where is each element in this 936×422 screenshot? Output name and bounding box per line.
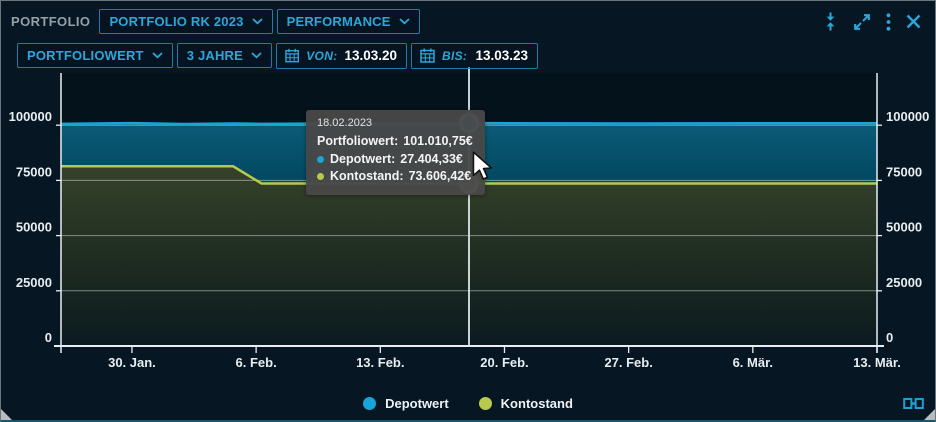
y-axis-label-right: 100000 xyxy=(886,109,929,124)
range-select[interactable]: 3 JAHRE xyxy=(177,43,272,68)
collapse-button[interactable] xyxy=(823,12,838,31)
calendar-icon xyxy=(285,48,299,63)
y-axis-label-left: 50000 xyxy=(16,220,52,235)
legend-item-depotwert[interactable]: Depotwert xyxy=(363,396,449,411)
metric-select[interactable]: PORTFOLIOWERT xyxy=(17,43,173,68)
calendar-icon xyxy=(420,48,435,63)
chevron-down-icon xyxy=(152,52,163,59)
y-axis-label-right: 75000 xyxy=(886,164,922,179)
date-to-value: 13.03.23 xyxy=(475,48,528,63)
kontostand-legend-dot-icon xyxy=(479,397,492,410)
depotwert-legend-dot-icon xyxy=(363,397,376,410)
date-to-label: BIS: xyxy=(442,49,467,63)
chart-tooltip: 18.02.2023 Portfoliowert: 101.010,75€ De… xyxy=(306,110,485,195)
window-controls xyxy=(823,12,935,31)
x-axis-label: 13. Feb. xyxy=(356,355,404,370)
view-select-label: PERFORMANCE xyxy=(287,14,391,29)
x-axis-label: 20. Feb. xyxy=(480,355,528,370)
view-select[interactable]: PERFORMANCE xyxy=(277,9,420,34)
close-icon xyxy=(906,14,921,29)
y-axis-label-left: 75000 xyxy=(16,164,52,179)
link-icon xyxy=(903,397,924,410)
chevron-down-icon xyxy=(251,52,262,59)
expand-button[interactable] xyxy=(853,13,871,31)
metric-select-label: PORTFOLIOWERT xyxy=(27,48,144,63)
date-from-label: VON: xyxy=(306,49,337,63)
tooltip-total-row: Portfoliowert: 101.010,75€ xyxy=(317,133,473,151)
kebab-menu-icon xyxy=(886,13,891,31)
y-axis-label-right: 0 xyxy=(886,330,893,345)
date-from-value: 13.03.20 xyxy=(344,48,397,63)
kontostand-bullet-icon xyxy=(317,173,324,180)
close-button[interactable] xyxy=(906,14,921,29)
resize-grip-bottom-left[interactable] xyxy=(1,409,12,420)
x-axis-label: 27. Feb. xyxy=(604,355,652,370)
x-axis-label: 13. Mär. xyxy=(853,355,901,370)
filter-row: PORTFOLIOWERT 3 JAHRE VON: 13.03.20 xyxy=(1,42,935,69)
collapse-vertical-icon xyxy=(823,12,838,31)
panel-title: PORTFOLIO xyxy=(11,14,90,29)
range-select-label: 3 JAHRE xyxy=(187,48,243,63)
x-axis-label: 6. Feb. xyxy=(236,355,277,370)
legend-item-kontostand[interactable]: Kontostand xyxy=(479,396,573,411)
depotwert-bullet-icon xyxy=(317,156,324,163)
portfolio-widget-panel: 0 0 25000 25000 50000 50000 75000 75000 100000 10… xyxy=(0,0,936,422)
expand-icon xyxy=(853,13,871,31)
chevron-down-icon xyxy=(399,18,410,25)
x-axis-label: 6. Mär. xyxy=(733,355,773,370)
chevron-down-icon xyxy=(252,18,263,25)
resize-grip-bottom-right[interactable] xyxy=(924,409,935,420)
y-axis-label-right: 50000 xyxy=(886,220,922,235)
tooltip-depotwert-row: Depotwert: 27.404,33€ xyxy=(317,151,473,169)
y-axis-label-left: 25000 xyxy=(16,275,52,290)
portfolio-select[interactable]: PORTFOLIO RK 2023 xyxy=(99,9,272,34)
date-from-field[interactable]: VON: 13.03.20 xyxy=(276,43,407,69)
header-row: PORTFOLIO PORTFOLIO RK 2023 PERFORMANCE xyxy=(1,8,935,35)
tooltip-date: 18.02.2023 xyxy=(317,117,473,129)
chart-legend: Depotwert Kontostand xyxy=(1,396,935,411)
date-to-field[interactable]: BIS: 13.03.23 xyxy=(411,43,538,69)
portfolio-select-label: PORTFOLIO RK 2023 xyxy=(109,14,243,29)
y-axis-label-left: 100000 xyxy=(9,109,52,124)
x-axis-label: 30. Jan. xyxy=(108,355,156,370)
y-axis-label-right: 25000 xyxy=(886,275,922,290)
y-axis-label-left: 0 xyxy=(45,330,52,345)
link-panels-button[interactable] xyxy=(903,397,924,413)
menu-button[interactable] xyxy=(886,13,891,31)
tooltip-kontostand-row: Kontostand: 73.606,42€ xyxy=(317,168,473,186)
